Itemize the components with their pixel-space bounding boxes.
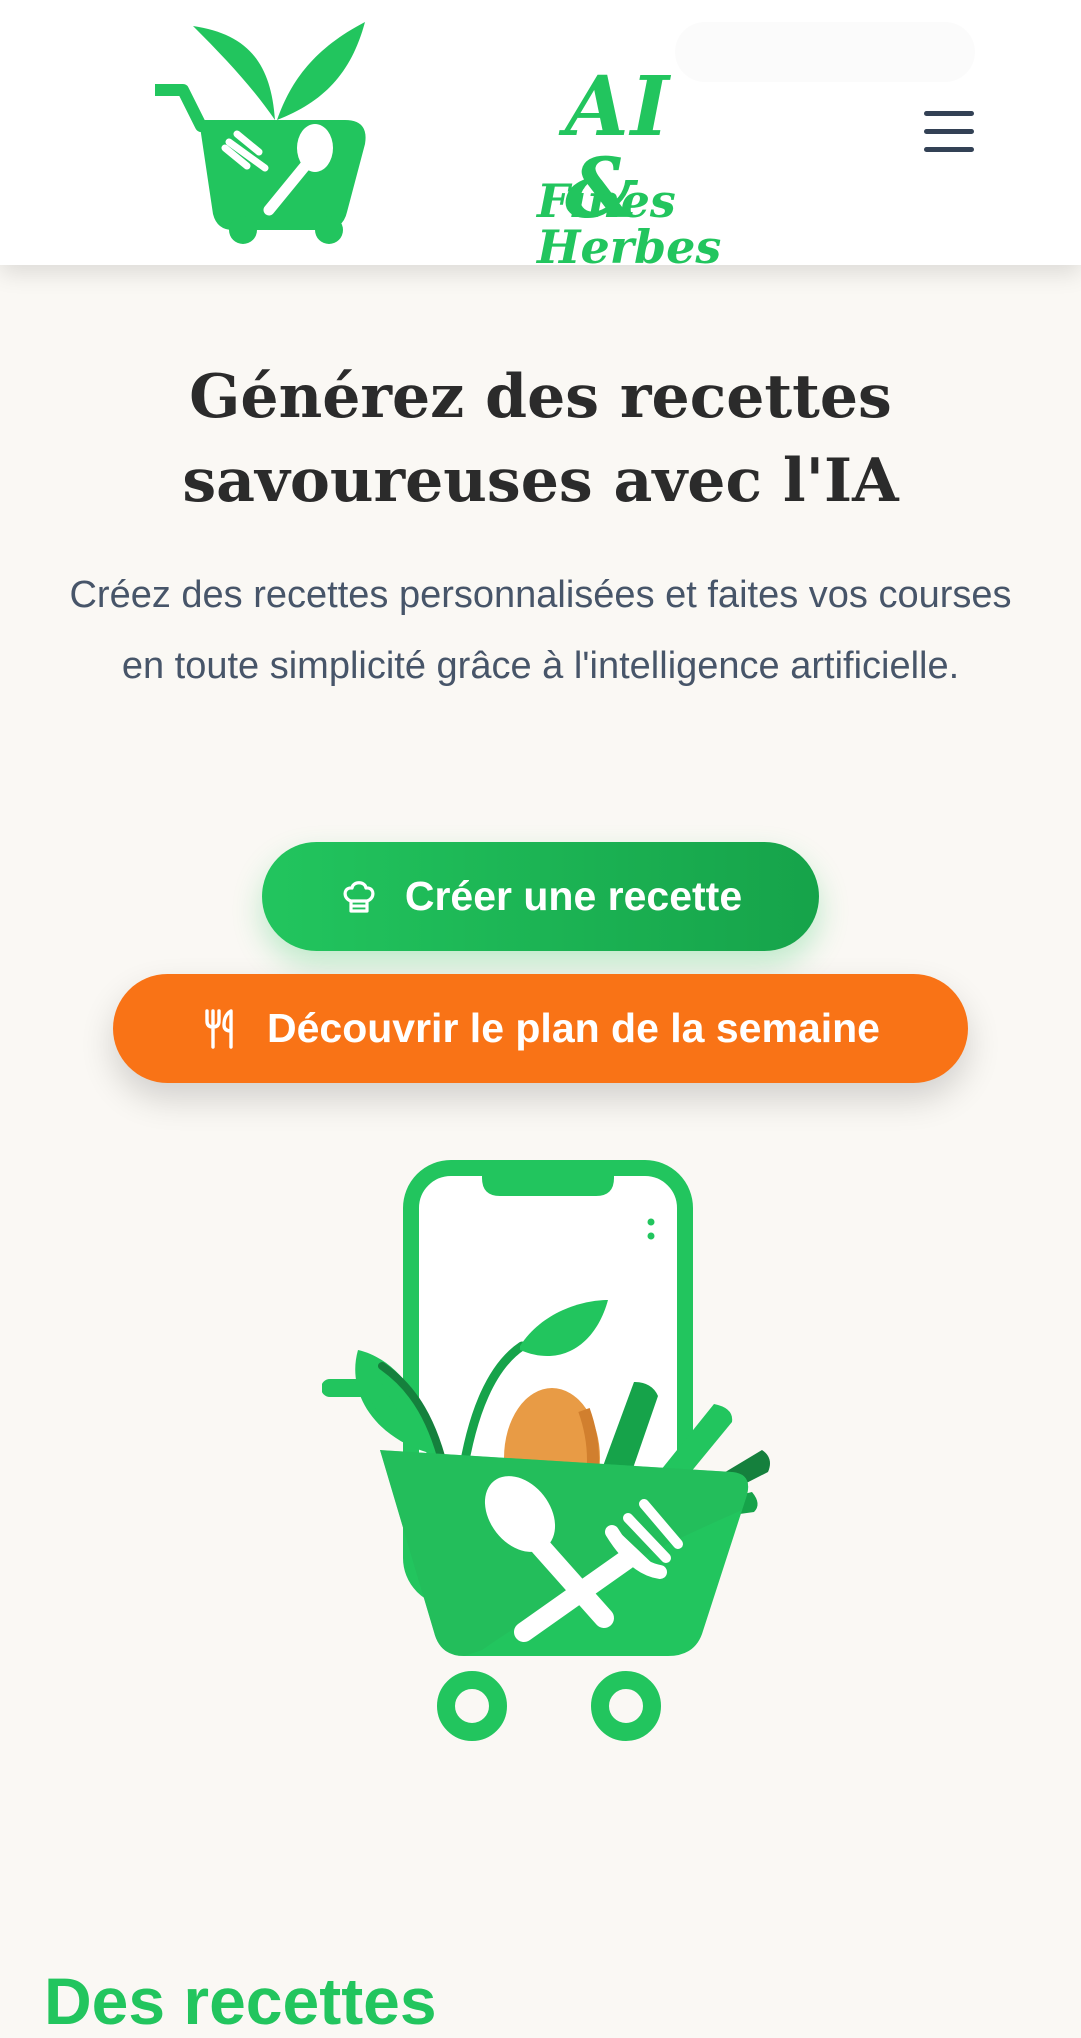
section-heading: Des recettes [44,1964,437,2038]
hero-subtitle: Créez des recettes personnalisées et fai… [69,574,1012,687]
header-placeholder-pill [675,22,975,82]
site-header: AI & Fines Herbes [0,0,1081,270]
cart-logo-icon [155,22,366,244]
weekly-plan-button[interactable]: Découvrir le plan de la semaine [113,974,968,1083]
chef-hat-icon [339,877,379,917]
phone-grocery-cart-illustration [322,1160,770,1741]
create-recipe-button[interactable]: Créer une recette [262,842,819,951]
site-logo[interactable]: AI & Fines Herbes [155,16,721,270]
create-recipe-label: Créer une recette [404,873,743,919]
hero-title: Générez des recettes savoureuses avec l'… [182,362,899,516]
logo-subtitle: Fines Herbes [537,174,722,274]
hamburger-menu-icon[interactable] [918,105,980,157]
utensils-icon [201,1007,241,1051]
weekly-plan-label: Découvrir le plan de la semaine [267,1005,880,1051]
